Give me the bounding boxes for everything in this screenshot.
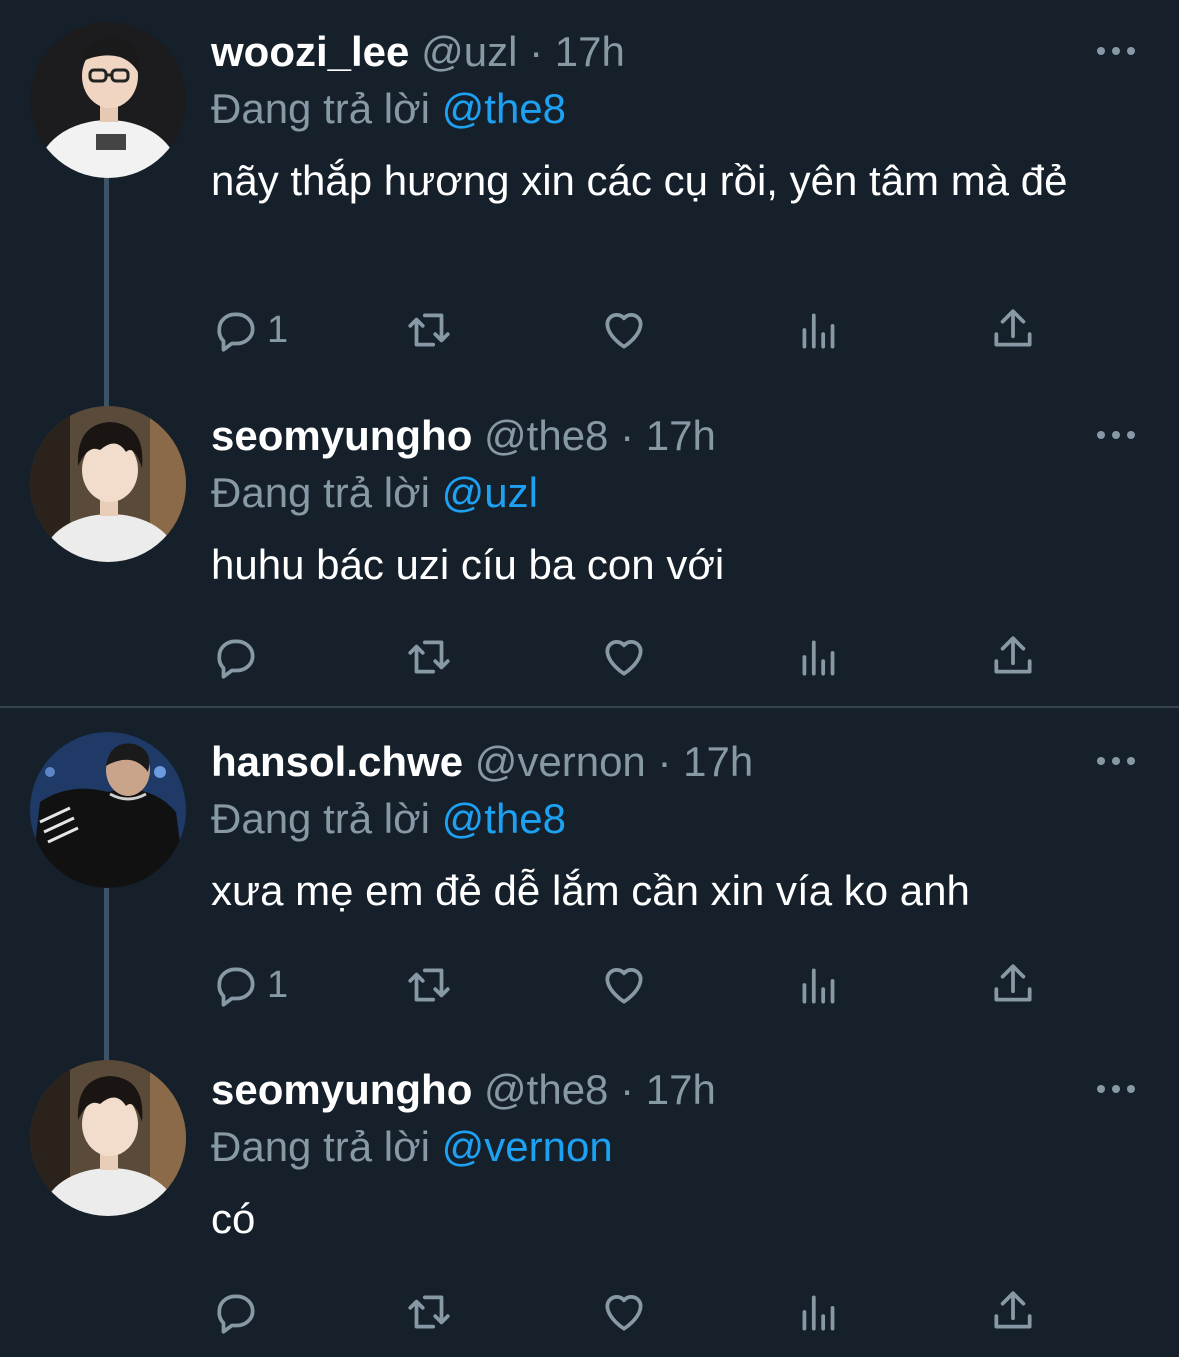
like-button[interactable] — [599, 1282, 649, 1342]
share-icon — [994, 1291, 1032, 1329]
reply-icon — [217, 312, 255, 352]
heart-icon — [605, 1295, 643, 1331]
timestamp[interactable]: 17h — [683, 738, 753, 785]
analytics-icon — [802, 1295, 835, 1331]
share-button[interactable] — [988, 300, 1038, 360]
heart-icon — [605, 968, 643, 1004]
reply-button[interactable] — [211, 627, 267, 687]
reply-count: 1 — [267, 308, 289, 351]
retweet-button[interactable] — [404, 1282, 454, 1342]
user-handle[interactable]: @the8 — [484, 1066, 608, 1113]
replying-to: Đang trả lời @the8 — [211, 83, 566, 135]
replying-to: Đang trả lời @vernon — [211, 1121, 613, 1173]
reply-icon — [217, 967, 255, 1007]
avatar-woozi[interactable] — [30, 22, 186, 178]
display-name[interactable]: seomyungho — [211, 412, 472, 459]
retweet-icon — [408, 968, 450, 1002]
display-name[interactable]: seomyungho — [211, 1066, 472, 1113]
retweet-icon — [408, 313, 450, 347]
reply-count: 1 — [267, 963, 289, 1006]
tweet-text: xưa mẹ em đẻ dễ lắm cần xin vía ko anh — [211, 867, 970, 914]
heart-icon — [605, 640, 643, 676]
timestamp[interactable]: 17h — [555, 28, 625, 75]
display-name[interactable]: hansol.chwe — [211, 738, 463, 785]
like-button[interactable] — [599, 955, 649, 1015]
like-button[interactable] — [599, 627, 649, 687]
reply-button[interactable] — [211, 1282, 267, 1342]
timestamp[interactable]: 17h — [646, 412, 716, 459]
tweet-header: seomyungho @the8 · 17h — [211, 410, 716, 462]
mention-link[interactable]: @vernon — [442, 1123, 613, 1170]
reply-icon — [217, 639, 255, 679]
tweet-actions: 1 — [211, 955, 1071, 1015]
separator-dot: · — [620, 412, 635, 459]
share-icon — [994, 964, 1032, 1002]
retweet-button[interactable] — [404, 300, 454, 360]
mention-link[interactable]: @the8 — [442, 795, 566, 842]
avatar-the8[interactable] — [30, 406, 186, 562]
mention-link[interactable]: @the8 — [442, 85, 566, 132]
tweet-1[interactable]: woozi_lee @uzl · 17h Đang trả lời @the8 … — [0, 0, 1179, 408]
reply-button[interactable]: 1 — [211, 300, 288, 360]
thread-line — [104, 886, 109, 1062]
tweet-text: huhu bác uzi cíu ba con với — [211, 541, 725, 588]
share-button[interactable] — [988, 955, 1038, 1015]
analytics-button[interactable] — [794, 1282, 844, 1342]
tweet-header: hansol.chwe @vernon · 17h — [211, 736, 753, 788]
display-name[interactable]: woozi_lee — [211, 28, 409, 75]
analytics-icon — [802, 313, 835, 349]
tweet-actions: 1 — [211, 300, 1071, 360]
more-icon[interactable] — [1097, 751, 1135, 771]
more-icon[interactable] — [1097, 1079, 1135, 1099]
avatar-vernon[interactable] — [30, 732, 186, 888]
tweet-actions — [211, 627, 1071, 687]
retweet-button[interactable] — [404, 627, 454, 687]
analytics-button[interactable] — [794, 300, 844, 360]
tweet-4[interactable]: seomyungho @the8 · 17h Đang trả lời @ver… — [0, 1038, 1179, 1357]
replying-to-label: Đang trả lời — [211, 795, 430, 842]
tweet-text: nãy thắp hương xin các cụ rồi, yên tâm m… — [211, 157, 1068, 204]
separator-dot: · — [529, 28, 544, 75]
mention-link[interactable]: @uzl — [442, 469, 538, 516]
replying-to: Đang trả lời @the8 — [211, 793, 566, 845]
analytics-icon — [802, 640, 835, 676]
reply-icon — [217, 1294, 255, 1334]
retweet-button[interactable] — [404, 955, 454, 1015]
replying-to-label: Đang trả lời — [211, 85, 430, 132]
tweet-actions — [211, 1282, 1071, 1342]
more-icon[interactable] — [1097, 41, 1135, 61]
user-handle[interactable]: @vernon — [475, 738, 646, 785]
tweet-header: seomyungho @the8 · 17h — [211, 1064, 716, 1116]
thread-line — [104, 176, 109, 408]
retweet-icon — [408, 1295, 450, 1329]
separator-dot: · — [657, 738, 672, 785]
timestamp[interactable]: 17h — [646, 1066, 716, 1113]
more-icon[interactable] — [1097, 425, 1135, 445]
heart-icon — [605, 313, 643, 349]
share-button[interactable] — [988, 627, 1038, 687]
tweet-3[interactable]: hansol.chwe @vernon · 17h Đang trả lời @… — [0, 710, 1179, 1062]
replying-to: Đang trả lời @uzl — [211, 467, 538, 519]
tweet-2[interactable]: seomyungho @the8 · 17h Đang trả lời @uzl… — [0, 384, 1179, 706]
user-handle[interactable]: @the8 — [484, 412, 608, 459]
analytics-icon — [802, 968, 835, 1004]
share-icon — [994, 309, 1032, 347]
share-button[interactable] — [988, 1282, 1038, 1342]
user-handle[interactable]: @uzl — [421, 28, 517, 75]
thread-divider — [0, 706, 1179, 708]
retweet-icon — [408, 640, 450, 674]
like-button[interactable] — [599, 300, 649, 360]
separator-dot: · — [620, 1066, 635, 1113]
tweet-header: woozi_lee @uzl · 17h — [211, 26, 625, 78]
replying-to-label: Đang trả lời — [211, 1123, 430, 1170]
analytics-button[interactable] — [794, 627, 844, 687]
tweet-text: có — [211, 1195, 256, 1242]
reply-button[interactable]: 1 — [211, 955, 288, 1015]
avatar-the8[interactable] — [30, 1060, 186, 1216]
share-icon — [994, 636, 1032, 674]
tweet-feed: woozi_lee @uzl · 17h Đang trả lời @the8 … — [0, 0, 1179, 1357]
analytics-button[interactable] — [794, 955, 844, 1015]
replying-to-label: Đang trả lời — [211, 469, 430, 516]
